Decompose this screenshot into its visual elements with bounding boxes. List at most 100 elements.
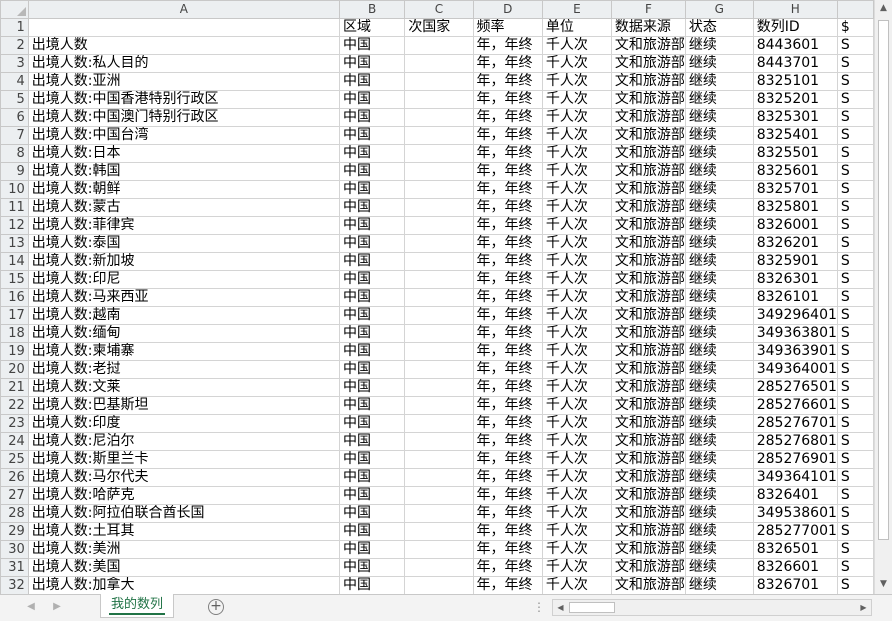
- cell[interactable]: S: [836, 468, 874, 487]
- cell[interactable]: 文和旅游部: [610, 324, 686, 343]
- cell[interactable]: [404, 144, 474, 163]
- cell[interactable]: 8325301: [752, 108, 838, 127]
- row-header[interactable]: 1: [0, 18, 29, 37]
- cell[interactable]: 出境人数: [27, 36, 341, 55]
- cell[interactable]: [404, 252, 474, 271]
- cell[interactable]: 出境人数:菲律宾: [27, 216, 341, 235]
- cell[interactable]: 千人次: [541, 216, 612, 235]
- cell[interactable]: 千人次: [541, 198, 612, 217]
- cell[interactable]: 文和旅游部: [610, 450, 686, 469]
- cell[interactable]: 出境人数:亚洲: [27, 72, 341, 91]
- cell[interactable]: 继续: [684, 144, 754, 163]
- cell[interactable]: 中国: [339, 324, 406, 343]
- cell[interactable]: S: [836, 108, 874, 127]
- cell[interactable]: [404, 108, 474, 127]
- cell[interactable]: 文和旅游部: [610, 558, 686, 577]
- row-header[interactable]: 12: [0, 216, 29, 235]
- cell[interactable]: S: [836, 180, 874, 199]
- cell[interactable]: [404, 306, 474, 325]
- cell[interactable]: [404, 558, 474, 577]
- cell[interactable]: 频率: [472, 18, 543, 37]
- cell[interactable]: 中国: [339, 414, 406, 433]
- cell[interactable]: [404, 414, 474, 433]
- cell[interactable]: 继续: [684, 54, 754, 73]
- cell[interactable]: 文和旅游部: [610, 198, 686, 217]
- cell[interactable]: 继续: [684, 540, 754, 559]
- cell[interactable]: 继续: [684, 306, 754, 325]
- cell[interactable]: 中国: [339, 468, 406, 487]
- cell[interactable]: [404, 450, 474, 469]
- cell[interactable]: 285276901: [752, 450, 838, 469]
- cell[interactable]: S: [836, 306, 874, 325]
- row-header[interactable]: 7: [0, 126, 29, 145]
- cell[interactable]: 8443701: [752, 54, 838, 73]
- cell[interactable]: [404, 576, 474, 594]
- cell[interactable]: S: [836, 288, 874, 307]
- cell[interactable]: 年，年终: [472, 36, 543, 55]
- cell[interactable]: 349363901: [752, 342, 838, 361]
- row-header[interactable]: 27: [0, 486, 29, 505]
- cell[interactable]: [404, 36, 474, 55]
- cell[interactable]: 千人次: [541, 504, 612, 523]
- cell[interactable]: 出境人数:马尔代夫: [27, 468, 341, 487]
- cell[interactable]: S: [836, 162, 874, 181]
- row-header[interactable]: 8: [0, 144, 29, 163]
- cell[interactable]: 文和旅游部: [610, 396, 686, 415]
- cell[interactable]: 文和旅游部: [610, 522, 686, 541]
- cell[interactable]: 文和旅游部: [610, 252, 686, 271]
- cell[interactable]: 继续: [684, 72, 754, 91]
- cell[interactable]: 出境人数:私人目的: [27, 54, 341, 73]
- cell[interactable]: 文和旅游部: [610, 180, 686, 199]
- cell[interactable]: 文和旅游部: [610, 234, 686, 253]
- cell[interactable]: 中国: [339, 144, 406, 163]
- cell[interactable]: 出境人数:中国香港特别行政区: [27, 90, 341, 109]
- cell[interactable]: 8325201: [752, 90, 838, 109]
- row-header[interactable]: 24: [0, 432, 29, 451]
- column-header[interactable]: F: [610, 0, 686, 19]
- cell[interactable]: 文和旅游部: [610, 270, 686, 289]
- cell[interactable]: 继续: [684, 486, 754, 505]
- cell[interactable]: 年，年终: [472, 288, 543, 307]
- cell[interactable]: 继续: [684, 360, 754, 379]
- cell[interactable]: 文和旅游部: [610, 576, 686, 594]
- cell[interactable]: 继续: [684, 252, 754, 271]
- column-header[interactable]: B: [339, 0, 406, 19]
- cell[interactable]: 文和旅游部: [610, 288, 686, 307]
- cell[interactable]: 单位: [541, 18, 612, 37]
- cell[interactable]: 年，年终: [472, 486, 543, 505]
- cell[interactable]: 中国: [339, 108, 406, 127]
- cell[interactable]: 千人次: [541, 180, 612, 199]
- cell[interactable]: 8325701: [752, 180, 838, 199]
- cell[interactable]: 继续: [684, 396, 754, 415]
- cell[interactable]: 千人次: [541, 252, 612, 271]
- row-header[interactable]: 18: [0, 324, 29, 343]
- select-all-corner[interactable]: [0, 0, 29, 19]
- scroll-right-icon[interactable]: ▶: [856, 600, 871, 615]
- cell[interactable]: 千人次: [541, 324, 612, 343]
- cell[interactable]: 年，年终: [472, 162, 543, 181]
- cell[interactable]: 区域: [339, 18, 406, 37]
- cell[interactable]: 千人次: [541, 450, 612, 469]
- cell[interactable]: 继续: [684, 288, 754, 307]
- cell[interactable]: $: [836, 18, 874, 37]
- row-header[interactable]: 22: [0, 396, 29, 415]
- cell[interactable]: 文和旅游部: [610, 306, 686, 325]
- cell[interactable]: 年，年终: [472, 270, 543, 289]
- cell[interactable]: 文和旅游部: [610, 342, 686, 361]
- cell[interactable]: 8325901: [752, 252, 838, 271]
- splitter-handle[interactable]: ⋮: [533, 600, 545, 614]
- cell[interactable]: S: [836, 486, 874, 505]
- cell[interactable]: 中国: [339, 360, 406, 379]
- cell[interactable]: 中国: [339, 540, 406, 559]
- cell[interactable]: 出境人数:印尼: [27, 270, 341, 289]
- cell[interactable]: 中国: [339, 270, 406, 289]
- cell[interactable]: 继续: [684, 342, 754, 361]
- cell[interactable]: 8325501: [752, 144, 838, 163]
- cell[interactable]: 文和旅游部: [610, 126, 686, 145]
- cell[interactable]: 文和旅游部: [610, 90, 686, 109]
- cell[interactable]: 年，年终: [472, 378, 543, 397]
- cell[interactable]: [404, 126, 474, 145]
- cell[interactable]: 出境人数:加拿大: [27, 576, 341, 594]
- cell[interactable]: 年，年终: [472, 450, 543, 469]
- cell[interactable]: [404, 342, 474, 361]
